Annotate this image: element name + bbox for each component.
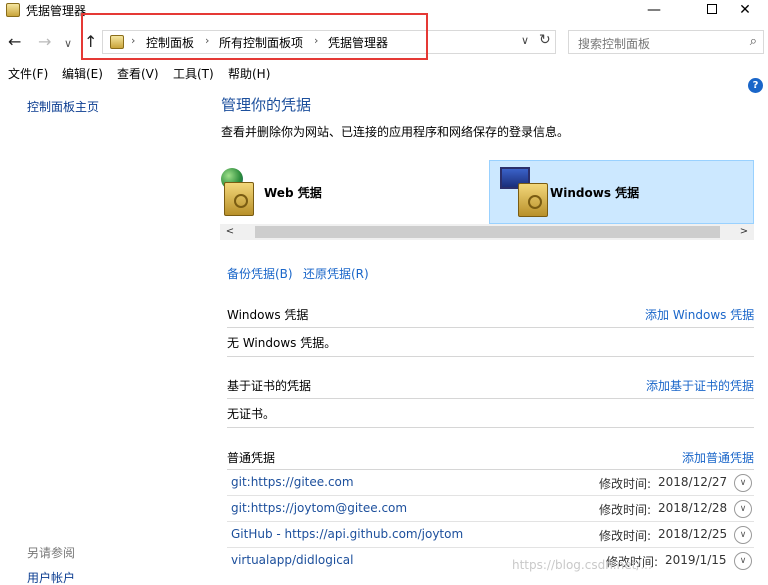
scroll-right-button[interactable]: > [736, 224, 752, 240]
page-description: 查看并删除你为网站、已连接的应用程序和网络保存的登录信息。 [221, 125, 570, 139]
scrollbar-thumb[interactable] [255, 226, 720, 238]
menu-view[interactable]: 查看(V) [117, 65, 159, 82]
breadcrumb-all-control-panel-items[interactable]: 所有控制面板项 [219, 34, 303, 51]
breadcrumb-separator: › [131, 34, 136, 47]
breadcrumb-separator: › [205, 34, 210, 47]
modified-date: 2018/12/25 [658, 527, 728, 541]
left-pane: 控制面板主页 另请参阅 用户帐户 [0, 82, 205, 585]
divider [227, 327, 754, 328]
modified-date: 2019/1/15 [665, 553, 727, 567]
certificate-credentials-heading: 基于证书的凭据 [227, 379, 312, 393]
refresh-button[interactable]: ↻ [539, 32, 551, 48]
window-title: 凭据管理器 [26, 4, 87, 18]
tab-web-credentials-label: Web 凭据 [264, 186, 322, 200]
certificate-credentials-empty: 无证书。 [227, 407, 276, 421]
credential-type-tabs: Web 凭据 Windows 凭据 [220, 160, 754, 224]
expand-icon[interactable]: ∨ [734, 526, 752, 544]
horizontal-scrollbar[interactable]: < > [220, 224, 754, 240]
credential-name: GitHub - https://api.github.com/joytom [231, 527, 464, 541]
restore-credentials-link[interactable]: 还原凭据(R) [303, 265, 369, 282]
windows-credentials-heading: Windows 凭据 [227, 308, 309, 322]
modified-label: 修改时间: [599, 503, 652, 517]
see-also-heading: 另请参阅 [27, 546, 76, 560]
credential-row[interactable]: git:https://joytom@gitee.com 修改时间: 2018/… [227, 496, 754, 522]
tab-windows-credentials[interactable]: Windows 凭据 [489, 160, 754, 224]
up-button[interactable]: ↑ [84, 32, 97, 52]
add-certificate-credential-link[interactable]: 添加基于证书的凭据 [646, 377, 754, 394]
search-box[interactable]: 搜索控制面板 ⌕ [568, 30, 764, 54]
menu-help[interactable]: 帮助(H) [228, 65, 270, 82]
menu-bar: 文件(F) 编辑(E) 查看(V) 工具(T) 帮助(H) [0, 62, 768, 82]
vault-icon [518, 183, 548, 217]
credential-name: git:https://gitee.com [231, 475, 354, 489]
forward-button[interactable]: → [38, 32, 51, 52]
expand-icon[interactable]: ∨ [734, 552, 752, 570]
windows-credentials-empty: 无 Windows 凭据。 [227, 336, 337, 350]
credential-manager-icon [110, 35, 124, 49]
credential-row[interactable]: virtualapp/didlogical 修改时间: 2019/1/15 ∨ [227, 548, 754, 574]
menu-tools[interactable]: 工具(T) [173, 65, 214, 82]
search-icon[interactable]: ⌕ [750, 34, 757, 49]
credential-row[interactable]: GitHub - https://api.github.com/joytom 修… [227, 522, 754, 548]
expand-icon[interactable]: ∨ [734, 474, 752, 492]
navigation-bar: ← → ∨ ↑ › 控制面板 › 所有控制面板项 › 凭据管理器 ∨ ↻ 搜索控… [0, 22, 768, 62]
divider [227, 356, 754, 357]
modified-label: 修改时间: [599, 529, 652, 543]
breadcrumb-control-panel[interactable]: 控制面板 [146, 34, 194, 51]
credential-row[interactable]: git:https://gitee.com 修改时间: 2018/12/27 ∨ [227, 470, 754, 496]
page-title: 管理你的凭据 [221, 96, 312, 114]
recent-locations-button[interactable]: ∨ [64, 34, 72, 54]
vault-icon [224, 182, 254, 216]
title-bar: 凭据管理器 — ✕ [0, 0, 768, 22]
tab-web-credentials[interactable]: Web 凭据 [220, 160, 486, 224]
modified-date: 2018/12/28 [658, 501, 728, 515]
tab-windows-credentials-label: Windows 凭据 [550, 186, 640, 200]
breadcrumb-credential-manager[interactable]: 凭据管理器 [328, 34, 388, 51]
control-panel-home-link[interactable]: 控制面板主页 [27, 98, 99, 115]
address-bar[interactable]: › 控制面板 › 所有控制面板项 › 凭据管理器 ∨ ↻ [102, 30, 556, 54]
back-button[interactable]: ← [8, 32, 21, 52]
scroll-left-button[interactable]: < [222, 224, 238, 240]
divider [227, 427, 754, 428]
maximize-icon [707, 4, 717, 14]
search-placeholder: 搜索控制面板 [578, 37, 651, 51]
credential-manager-icon [6, 3, 20, 17]
menu-edit[interactable]: 编辑(E) [62, 65, 103, 82]
menu-file[interactable]: 文件(F) [8, 65, 48, 82]
minimize-button[interactable]: — [631, 0, 677, 22]
address-dropdown-button[interactable]: ∨ [521, 34, 529, 47]
breadcrumb-separator: › [314, 34, 319, 47]
divider [227, 398, 754, 399]
add-windows-credential-link[interactable]: 添加 Windows 凭据 [645, 306, 754, 323]
backup-credentials-link[interactable]: 备份凭据(B) [227, 265, 293, 282]
credential-name: virtualapp/didlogical [231, 553, 354, 567]
help-icon[interactable]: ? [748, 78, 763, 93]
credential-name: git:https://joytom@gitee.com [231, 501, 408, 515]
user-accounts-link[interactable]: 用户帐户 [27, 569, 75, 585]
close-button[interactable]: ✕ [722, 0, 768, 22]
watermark: https://blog.csdn.net/... [512, 558, 652, 572]
generic-credentials-heading: 普通凭据 [227, 451, 276, 465]
expand-icon[interactable]: ∨ [734, 500, 752, 518]
modified-date: 2018/12/27 [658, 475, 728, 489]
add-generic-credential-link[interactable]: 添加普通凭据 [682, 449, 754, 466]
modified-label: 修改时间: [599, 477, 652, 491]
